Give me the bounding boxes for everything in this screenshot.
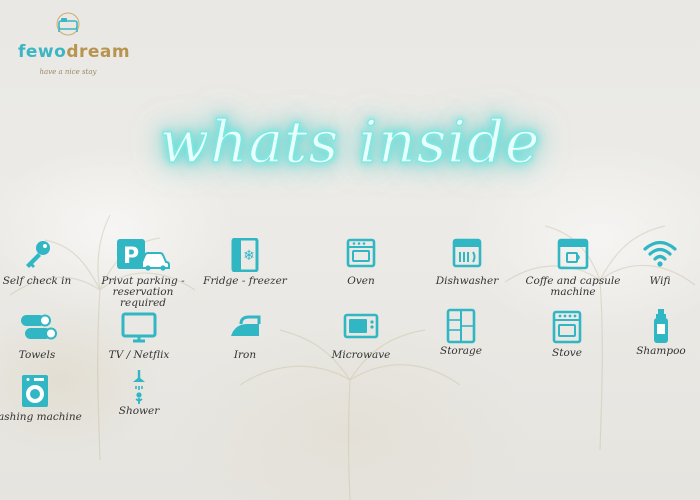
stove-icon [552,310,582,344]
dishwasher-icon [452,238,482,268]
key-icon [26,241,50,268]
microwave-icon [343,313,379,339]
amenity-washing-machine: Washing machine [0,374,90,423]
brand-name: fewodream [18,42,131,62]
amenity-tv: TV / Netflix [84,312,194,361]
oven-icon [346,238,376,268]
amenity-towels: Towels [0,312,92,361]
amenity-shampoo: Shampoo [606,308,700,357]
towels-icon [21,314,57,340]
storage-icon [446,308,476,344]
svg-text:P: P [123,244,139,269]
amenity-fridge: ❄ Fridge - freezer [190,238,300,287]
amenity-storage: Storage [406,308,516,357]
amenity-iron: Iron [190,312,300,361]
amenity-oven: Oven [306,238,416,287]
amenity-self-check-in: Self check in [0,238,92,287]
amenity-microwave: Microwave [306,312,416,361]
amenity-shower: Shower [84,368,194,417]
shower-icon [133,370,145,404]
shampoo-icon [654,309,668,343]
amenity-parking: P Privat parking - reservation required [88,238,198,309]
fridge-icon: ❄ [231,238,259,272]
svg-text:❄: ❄ [243,248,255,264]
page-title: whats inside [159,107,541,176]
brand-tagline: have a nice stay [39,68,97,76]
coffee-machine-icon [557,238,589,270]
amenity-wifi: Wifi [605,238,700,287]
bed-logo-icon [56,12,80,36]
iron-icon [231,315,261,336]
washing-machine-icon [22,375,48,407]
brand-logo: fewodream have a nice stay [18,12,131,76]
wifi-icon [643,240,677,267]
amenity-dishwasher: Dishwasher [412,238,522,287]
tv-icon [121,312,157,343]
parking-icon: P [117,239,170,271]
